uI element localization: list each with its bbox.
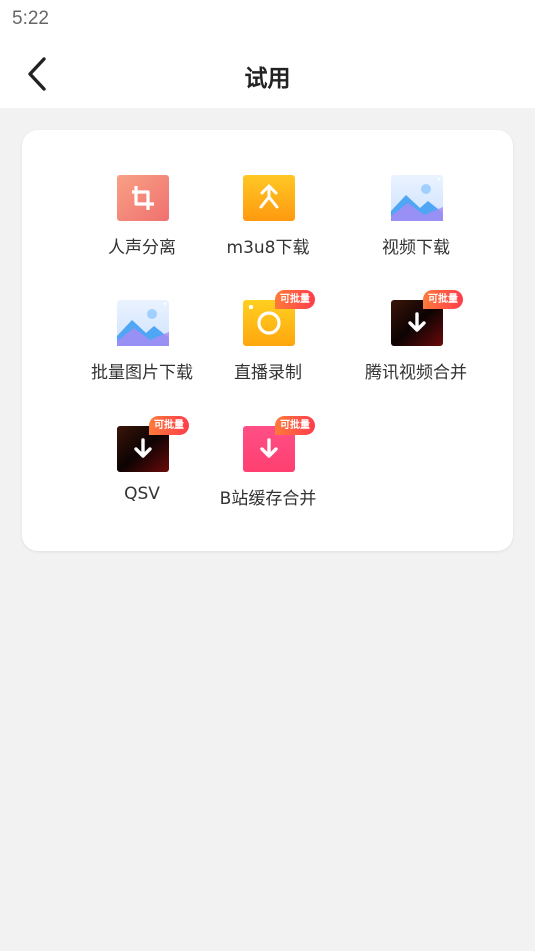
image-icon [391, 175, 443, 221]
merge-arrow-icon [243, 175, 295, 221]
tool-live-record[interactable]: 可批量 直播录制 [193, 290, 343, 410]
batch-badge: 可批量 [275, 290, 315, 309]
tool-bilibili-cache-merge[interactable]: 可批量 B站缓存合并 [193, 416, 343, 536]
batch-badge: 可批量 [275, 416, 315, 435]
crop-icon [117, 175, 169, 221]
status-bar: 5:22 [0, 0, 535, 40]
tool-label: 腾讯视频合并 [365, 363, 467, 383]
tool-video-download[interactable]: 视频下载 [341, 175, 491, 285]
batch-badge: 可批量 [423, 290, 463, 309]
tool-label: 视频下载 [382, 238, 450, 258]
tools-card: 人声分离 m3u8下载 视频下载 批量图片下载 可批量 直播录制 可批量 腾讯视… [22, 130, 513, 551]
tool-label: 直播录制 [234, 363, 302, 383]
tool-label: B站缓存合并 [219, 489, 317, 509]
tool-tencent-video-merge[interactable]: 可批量 腾讯视频合并 [341, 290, 491, 410]
image-icon [117, 300, 169, 346]
header: 试用 [0, 40, 535, 108]
status-time: 5:22 [12, 8, 49, 29]
tool-label: m3u8下载 [226, 238, 310, 258]
batch-badge: 可批量 [149, 416, 189, 435]
tool-m3u8-download[interactable]: m3u8下载 [193, 175, 343, 285]
page-title: 试用 [244, 66, 291, 92]
